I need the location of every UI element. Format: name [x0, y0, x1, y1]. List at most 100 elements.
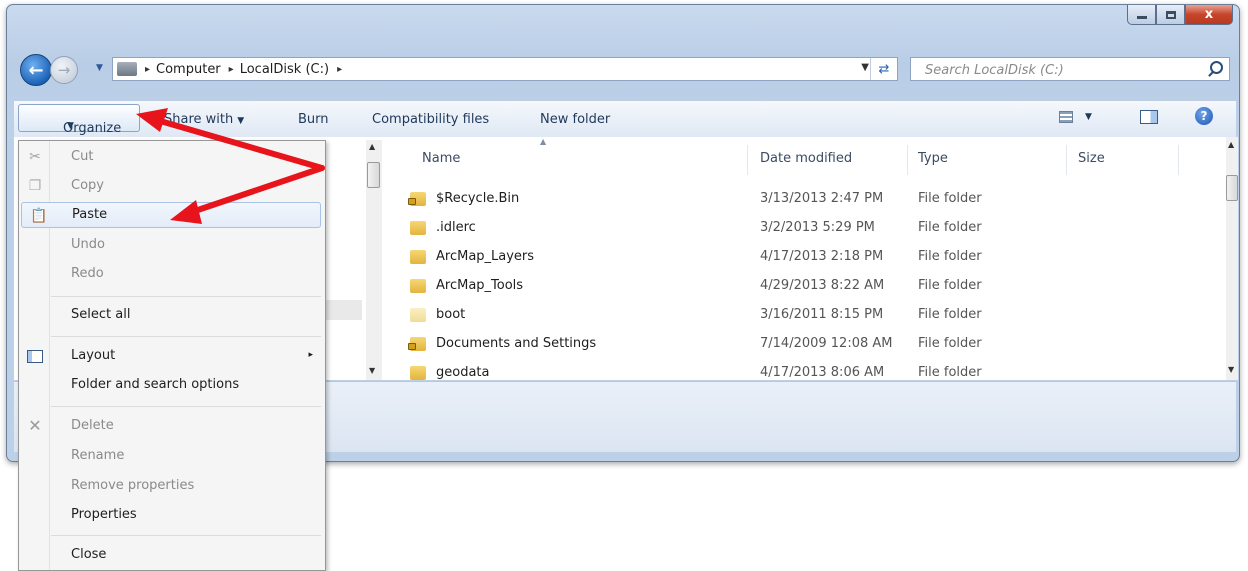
- share-with-button[interactable]: Share with ▼: [164, 112, 244, 127]
- scroll-thumb[interactable]: [1226, 175, 1238, 201]
- address-history-dropdown[interactable]: ▼: [861, 62, 869, 73]
- refresh-icon: ⇄: [878, 61, 890, 77]
- organize-button[interactable]: Organize ▼: [18, 104, 140, 136]
- navigation-scrollbar[interactable]: ▲ ▼: [366, 140, 382, 380]
- menu-item-properties[interactable]: Properties: [19, 502, 325, 528]
- column-divider[interactable]: [907, 145, 908, 175]
- file-date: 3/16/2011 8:15 PM: [760, 307, 884, 322]
- file-type: File folder: [918, 249, 982, 264]
- refresh-button[interactable]: ⇄: [870, 58, 897, 80]
- menu-label: Redo: [71, 266, 104, 281]
- clipboard-icon: 📋: [30, 208, 48, 224]
- change-view-icon[interactable]: [1059, 111, 1073, 123]
- minimize-button[interactable]: [1127, 5, 1156, 25]
- file-name: Documents and Settings: [436, 336, 597, 351]
- menu-item-delete[interactable]: ✕ Delete: [19, 413, 325, 439]
- column-divider[interactable]: [1178, 145, 1179, 175]
- file-type: File folder: [918, 336, 982, 351]
- menu-item-layout[interactable]: Layout ▸: [19, 343, 325, 369]
- organize-menu: ✂ Cut ❐ Copy 📋 Paste Undo Redo Select al…: [18, 140, 326, 571]
- recent-pages-dropdown[interactable]: ▼: [96, 63, 103, 73]
- menu-label: Copy: [71, 178, 104, 193]
- chevron-down-icon: ▼: [237, 116, 245, 126]
- file-name: geodata: [436, 365, 490, 380]
- delete-icon: ✕: [28, 416, 42, 435]
- menu-label: Layout: [71, 348, 116, 363]
- menu-label: Rename: [71, 448, 125, 463]
- breadcrumb-localdisk[interactable]: LocalDisk (C:): [240, 62, 329, 77]
- folder-icon: [410, 221, 426, 235]
- menu-item-cut[interactable]: ✂ Cut: [19, 144, 325, 170]
- maximize-button[interactable]: [1156, 5, 1185, 25]
- folder-icon: [410, 250, 426, 264]
- file-date: 4/29/2013 8:22 AM: [760, 278, 885, 293]
- scroll-down-icon[interactable]: ▼: [1228, 365, 1234, 374]
- scroll-thumb[interactable]: [367, 162, 380, 188]
- column-header-name[interactable]: Name: [422, 151, 460, 166]
- menu-item-select-all[interactable]: Select all: [19, 302, 325, 328]
- file-name: $Recycle.Bin: [436, 191, 520, 206]
- column-header-date[interactable]: Date modified: [760, 151, 852, 166]
- file-row[interactable]: Documents and Settings 7/14/2009 12:08 A…: [382, 330, 1212, 359]
- maximize-icon: [1165, 10, 1176, 19]
- folder-icon: [410, 366, 426, 380]
- caption-buttons: x: [1127, 5, 1233, 25]
- breadcrumb-separator-icon[interactable]: ▸: [145, 64, 150, 75]
- menu-item-paste[interactable]: 📋 Paste: [21, 202, 321, 228]
- back-button[interactable]: ←: [20, 54, 52, 86]
- chevron-down-icon[interactable]: ▼: [1085, 112, 1092, 122]
- file-date: 3/13/2013 2:47 PM: [760, 191, 884, 206]
- column-header-type[interactable]: Type: [918, 151, 948, 166]
- breadcrumb-separator-icon[interactable]: ▸: [229, 64, 234, 75]
- scissors-icon: ✂: [29, 149, 41, 165]
- menu-item-remove-properties[interactable]: Remove properties: [19, 473, 325, 499]
- sort-ascending-icon: ▲: [540, 137, 547, 146]
- file-row[interactable]: ArcMap_Layers 4/17/2013 2:18 PM File fol…: [382, 243, 1212, 272]
- share-with-label: Share with: [164, 112, 234, 127]
- menu-label: Delete: [71, 418, 114, 433]
- file-list[interactable]: ▲ Name Date modified Type Size $Recycle.…: [382, 137, 1226, 380]
- file-name: ArcMap_Layers: [436, 249, 535, 264]
- burn-button[interactable]: Burn: [298, 112, 329, 127]
- scroll-up-icon[interactable]: ▲: [369, 142, 375, 151]
- file-type: File folder: [918, 278, 982, 293]
- close-button[interactable]: x: [1185, 5, 1233, 25]
- file-date: 7/14/2009 12:08 AM: [760, 336, 893, 351]
- file-list-scrollbar[interactable]: ▲ ▼: [1226, 137, 1238, 380]
- menu-item-redo[interactable]: Redo: [19, 261, 325, 287]
- search-input[interactable]: [923, 59, 1197, 81]
- breadcrumb-separator-icon[interactable]: ▸: [337, 64, 342, 75]
- menu-item-close[interactable]: Close: [19, 542, 325, 568]
- file-date: 4/17/2013 2:18 PM: [760, 249, 884, 264]
- menu-item-copy[interactable]: ❐ Copy: [19, 173, 325, 199]
- column-header-size[interactable]: Size: [1078, 151, 1105, 166]
- compatibility-files-button[interactable]: Compatibility files: [372, 112, 489, 127]
- menu-item-folder-options[interactable]: Folder and search options: [19, 372, 325, 398]
- folder-icon: [410, 279, 426, 293]
- address-bar[interactable]: ▸ Computer ▸ LocalDisk (C:) ▸ ▼ ⇄: [112, 57, 898, 81]
- menu-label: Select all: [71, 307, 131, 322]
- new-folder-button[interactable]: New folder: [540, 112, 610, 127]
- search-box[interactable]: [910, 57, 1230, 81]
- menu-item-undo[interactable]: Undo: [19, 232, 325, 258]
- file-row[interactable]: ArcMap_Tools 4/29/2013 8:22 AM File fold…: [382, 272, 1212, 301]
- scroll-up-icon[interactable]: ▲: [1228, 140, 1234, 149]
- file-row[interactable]: boot 3/16/2011 8:15 PM File folder: [382, 301, 1212, 330]
- search-icon[interactable]: [1210, 61, 1223, 74]
- column-divider[interactable]: [747, 145, 748, 175]
- forward-button[interactable]: →: [50, 56, 78, 84]
- help-icon[interactable]: ?: [1195, 107, 1213, 125]
- file-row[interactable]: $Recycle.Bin 3/13/2013 2:47 PM File fold…: [382, 185, 1212, 214]
- computer-icon: [117, 62, 137, 76]
- breadcrumb-computer[interactable]: Computer: [156, 62, 221, 77]
- column-divider[interactable]: [1066, 145, 1067, 175]
- menu-label: Properties: [71, 507, 137, 522]
- close-icon: x: [1204, 7, 1214, 22]
- scroll-down-icon[interactable]: ▼: [369, 366, 375, 375]
- preview-pane-icon[interactable]: [1140, 110, 1158, 124]
- menu-item-rename[interactable]: Rename: [19, 443, 325, 469]
- menu-separator: [51, 406, 321, 407]
- file-row[interactable]: .idlerc 3/2/2013 5:29 PM File folder: [382, 214, 1212, 243]
- file-type: File folder: [918, 365, 982, 380]
- menu-separator: [51, 336, 321, 337]
